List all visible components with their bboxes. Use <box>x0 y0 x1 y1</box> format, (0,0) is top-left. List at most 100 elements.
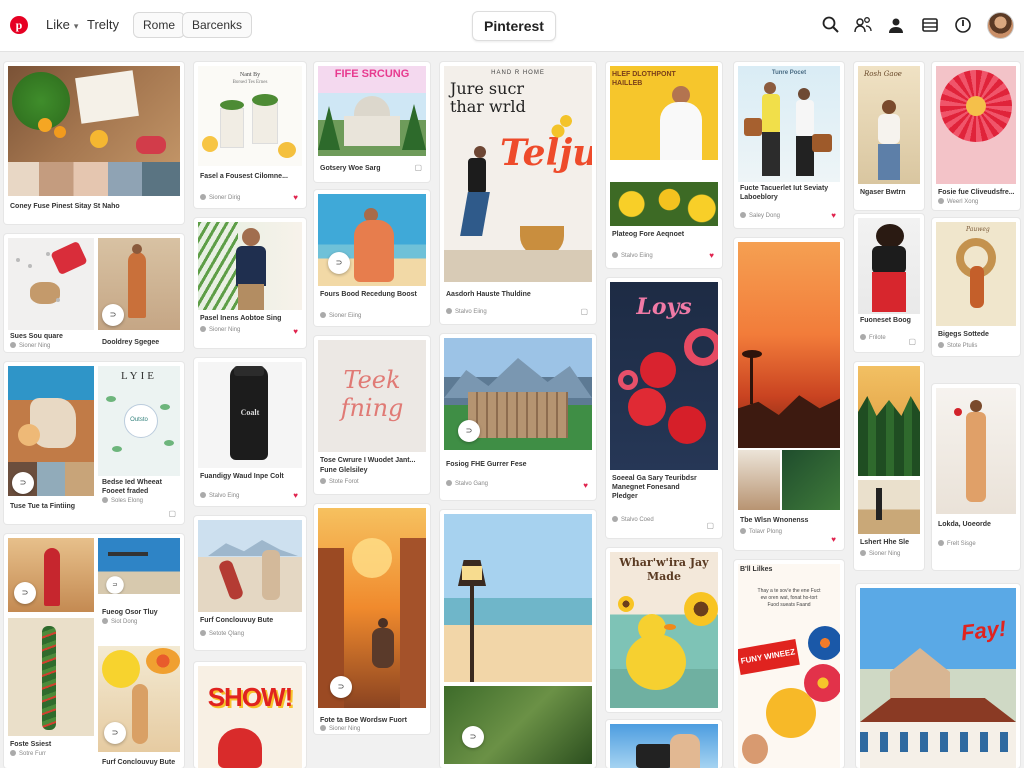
pin-meta: Sioner Ning <box>320 725 360 732</box>
pin-card[interactable]: SHOW! <box>194 662 306 768</box>
heart-icon[interactable]: ♥ <box>293 328 298 336</box>
play-icon[interactable]: ⊃ <box>106 576 124 594</box>
pin-card[interactable]: Lokda, Uoeorde Frelt Sisge <box>932 384 1020 570</box>
play-icon[interactable]: ⊃ <box>102 304 124 326</box>
pin-card[interactable]: Loys Soeeal Ga Sary Teuribdsr Manegnet F… <box>606 278 722 538</box>
pin-image: Teek fning <box>318 340 426 452</box>
pin-image: HLEF DLOTHPONT HAILLEB <box>610 66 718 160</box>
pin-caption: Fosie fue Cliveudsfre... <box>938 189 1014 196</box>
pin-overlay-subtext: Outsto <box>130 417 148 423</box>
play-icon[interactable]: ⊃ <box>14 582 36 604</box>
pin-overlay-text: Borsed Tes Ernes <box>232 80 268 85</box>
heart-icon[interactable]: ♥ <box>583 482 588 490</box>
play-icon[interactable]: ⊃ <box>458 420 480 442</box>
pinterest-title-button[interactable]: Pinterest <box>472 11 556 41</box>
pin-card[interactable]: HAND R HOME Jure sucr thar wrld Telju Aa… <box>440 62 596 324</box>
pin-image: ⊃ <box>444 686 592 764</box>
pin-overlay-text: Nant By <box>239 72 261 78</box>
pin-image: ⊃ <box>444 338 592 450</box>
heart-icon[interactable]: ♥ <box>709 252 714 260</box>
nav-like-menu[interactable]: Like ▾ <box>46 17 78 32</box>
save-icon[interactable]: ▢ <box>706 522 714 530</box>
pin-image <box>8 238 94 330</box>
power-icon[interactable] <box>953 15 973 35</box>
pin-caption: Fote ta Boe Wordsw Fuort <box>320 717 407 724</box>
pin-card[interactable]: Fay! <box>856 584 1020 768</box>
pin-caption: Manegnet Fonesand <box>612 484 680 491</box>
pinterest-logo-icon[interactable]: p <box>10 16 28 34</box>
pin-card[interactable]: ⊃ ⊃ Fueog Osor Tluy Siot Dong Foste Ssie… <box>4 534 184 768</box>
heart-icon[interactable]: ♥ <box>831 212 836 220</box>
people-icon[interactable] <box>853 15 873 35</box>
play-icon[interactable]: ⊃ <box>462 726 484 748</box>
board-icon[interactable] <box>920 15 940 35</box>
pin-card[interactable]: Fosie fue Cliveudsfre... Weerl Xong <box>932 62 1020 210</box>
pin-meta: Stalvo Coed <box>612 516 654 523</box>
pin-card[interactable]: B'll Lilkes Thay a te sov'e the ene Fuct… <box>734 560 844 768</box>
nav-trelty-link[interactable]: Trelty <box>87 17 119 32</box>
pin-caption: Aasdorh Hauste Thuldine <box>446 291 531 298</box>
pin-card[interactable]: Furf Conclouvuy Bute Setote Qlang <box>194 516 306 650</box>
pin-overlay-text: Teek fning <box>340 366 404 422</box>
pin-overlay-text: ew oren wat, fonat ho-tort <box>760 595 818 601</box>
pin-card[interactable]: Lshert Hhe Sle Sioner Ning <box>854 362 924 570</box>
save-icon[interactable]: ▢ <box>414 164 422 172</box>
pin-card[interactable]: Whar'w'ira Jay Made <box>606 548 722 712</box>
heart-icon[interactable]: ♥ <box>831 536 836 544</box>
pin-caption: Bedse Ied Wheeat <box>102 479 162 486</box>
pin-card[interactable]: Pasel Inens Aobtoe Sing Sioner Ning ♥ <box>194 218 306 348</box>
pin-image <box>198 520 302 612</box>
pin-card[interactable]: Nant By Borsed Tes Ernes Fasel a Fousest… <box>194 62 306 208</box>
pin-card[interactable]: Coalt Fuandigy Waud Inpe Colt Stalvo Ein… <box>194 358 306 506</box>
pin-image: Fay! <box>860 588 1016 768</box>
pin-meta: Sotre Furr <box>10 750 46 757</box>
save-icon[interactable]: ▢ <box>168 510 176 518</box>
pin-card[interactable]: ⊃ <box>440 510 596 768</box>
pin-card[interactable]: Tbe Wlsn Wnonenss Tolavr Plong ♥ <box>734 238 844 550</box>
user-avatar[interactable] <box>987 12 1014 39</box>
heart-icon[interactable]: ♥ <box>293 194 298 202</box>
play-icon[interactable]: ⊃ <box>12 472 34 494</box>
pin-meta: Soles Elong <box>102 497 143 504</box>
pin-meta: Stalvo Eiing <box>612 252 653 259</box>
save-icon[interactable]: ▢ <box>908 338 916 346</box>
pin-card[interactable]: ⊃ Fosiog FHE Gurrer Fese Stalvo Gang ♥ <box>440 334 596 500</box>
pin-caption: Soeeal Ga Sary Teuribdsr <box>612 475 697 482</box>
pin-card[interactable]: FIFE SRCUNG Gotsery Woe Sarg ▢ <box>314 62 430 182</box>
pin-meta: Tolavr Plong <box>740 528 782 535</box>
pin-card[interactable] <box>606 720 722 768</box>
pin-caption: Fooeet fraded <box>102 488 149 495</box>
save-icon[interactable]: ▢ <box>580 308 588 316</box>
heart-icon[interactable]: ♥ <box>293 492 298 500</box>
pin-meta: Stalvo Eing <box>200 492 239 499</box>
pin-card[interactable]: Teek fning Tose Cwrure I Wuodet Jant... … <box>314 336 430 494</box>
pin-caption: Fune Glelsiley <box>320 467 368 474</box>
pin-card[interactable]: Pauweg Bigegs Sottede Stote Ptulis <box>932 218 1020 356</box>
profile-icon[interactable] <box>886 15 906 35</box>
pin-card[interactable]: ⊃ LYIE Outsto Bedse Ied Wheeat Fooeet fr… <box>4 362 184 524</box>
pin-image <box>858 480 920 534</box>
pin-card[interactable]: Rosh Gaoe Ngaser Bwtrn <box>854 62 924 210</box>
chevron-down-icon: ▾ <box>73 21 79 31</box>
pin-card[interactable]: HLEF DLOTHPONT HAILLEB Plateog Fore Aeqn… <box>606 62 722 268</box>
pin-card[interactable]: ⊃ Fours Bood Recedung Boost Sioner Eiing <box>314 190 430 326</box>
pin-image: ⊃ <box>98 646 180 752</box>
pin-meta: Sioner Dirig <box>200 194 240 201</box>
play-icon[interactable]: ⊃ <box>328 252 350 274</box>
pin-caption: Lokda, Uoeorde <box>938 521 991 528</box>
pin-image <box>782 450 840 510</box>
pin-image: HAND R HOME Jure sucr thar wrld Telju <box>444 66 592 282</box>
play-icon[interactable]: ⊃ <box>330 676 352 698</box>
pin-card[interactable]: ⊃ Fote ta Boe Wordsw Fuort Sioner Ning <box>314 504 430 734</box>
bookmarks-button[interactable]: Barcenks <box>182 12 253 38</box>
pin-card[interactable]: Coney Fuse Pinest Sitay St Naho <box>4 62 184 224</box>
pin-card[interactable]: ⊃ Sues Sou quare Sioner Ning Dooldrey Sg… <box>4 234 184 352</box>
search-icon[interactable] <box>821 15 841 35</box>
pin-meta: Weerl Xong <box>938 198 978 205</box>
pin-card[interactable]: Tunre Pocet Fucte Tacuerlet Iut Seviaty … <box>734 62 844 228</box>
home-button[interactable]: Rome <box>133 12 186 38</box>
play-icon[interactable]: ⊃ <box>104 722 126 744</box>
pin-image: Loys <box>610 282 718 470</box>
pin-card[interactable]: Fuoneset Boog Frilote ▢ <box>854 214 924 352</box>
pin-image <box>198 222 302 310</box>
